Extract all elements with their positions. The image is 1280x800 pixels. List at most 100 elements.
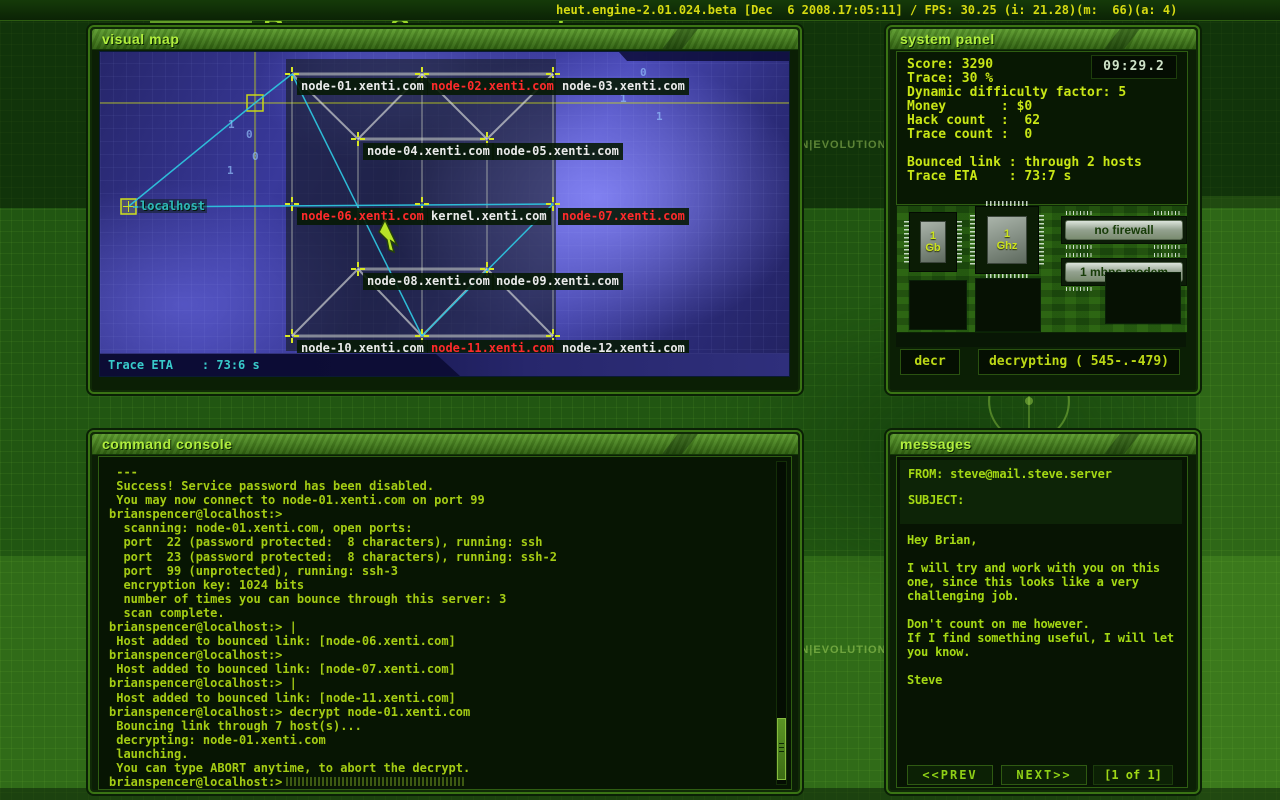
console-line: brianspencer@localhost:> | (109, 620, 771, 634)
memory-size: 1 (930, 230, 936, 242)
message-body-line: If I find something useful, I will let (907, 631, 1174, 645)
console-line: You may now connect to node-01.xenti.com… (109, 493, 771, 507)
message-body-line: I will try and work with you on this (907, 561, 1174, 575)
message-head-section: FROM: steve@mail.steve.server SUBJECT: (900, 460, 1182, 524)
console-line: You can type ABORT anytime, to abort the… (109, 761, 771, 775)
empty-socket (909, 280, 967, 330)
system-panel-header: system panel (890, 29, 1196, 50)
message-body-line (907, 603, 1174, 617)
message-body-line: Steve (907, 673, 1174, 687)
console-line: brianspencer@localhost:> decrypt node-01… (109, 705, 771, 719)
message-subject: SUBJECT: (908, 493, 964, 507)
header-seam (1104, 434, 1140, 454)
console-scrollbar-track[interactable] (776, 461, 787, 785)
map-footer-bar: Trace ETA : 73:6 s (100, 353, 789, 376)
console-line: Bouncing link through 7 host(s)... (109, 719, 771, 733)
message-body-line: challenging job. (907, 589, 1174, 603)
next-message-button[interactable]: NEXT>> (1001, 765, 1087, 785)
system-stat-line: Trace ETA : 73:7 s (907, 170, 1142, 184)
console-line: Host added to bounced link: [node-07.xen… (109, 662, 771, 676)
console-terminal[interactable]: --- Success! Service password has been d… (98, 456, 792, 790)
console-line: --- (109, 465, 771, 479)
message-body-line: you know. (907, 645, 1174, 659)
memory-chip-icon: 1 Gb (909, 212, 957, 272)
console-line: brianspencer@localhost:> (109, 775, 771, 789)
console-line: port 99 (unprotected), running: ssh-3 (109, 564, 771, 578)
messages-panel: messages FROM: steve@mail.steve.server S… (886, 430, 1200, 794)
chip-pins (986, 201, 1028, 206)
map-trace-eta: Trace ETA : 73:6 s (108, 358, 260, 372)
console-line: brianspencer@localhost:> (109, 507, 771, 521)
chip-pins (957, 221, 962, 263)
system-stat-line (907, 142, 1142, 156)
background-right-band (1196, 196, 1280, 800)
game-screen: Brian Spencer's TION|EVOLUTION TION|EVOL… (0, 0, 1280, 800)
network-map[interactable]: 1001011 node-01.xenti.comnode-02.xenti.c… (99, 51, 790, 377)
system-stat-line: Bounced link : through 2 hosts (907, 156, 1142, 170)
cpu-unit: Ghz (997, 240, 1018, 252)
console-line: Success! Service password has been disab… (109, 479, 771, 493)
clock-value: 09:29.2 (1092, 56, 1176, 78)
message-page-indicator: [1 of 1] (1093, 765, 1173, 785)
header-seam (662, 29, 698, 49)
hardware-area: 1 Gb 1 Ghz no firewall 1 mbps modem (896, 205, 1188, 333)
top-status-bar: heut.engine-2.01.024.beta [Dec 6 2008.17… (0, 0, 1280, 21)
messages-header: messages (890, 434, 1196, 455)
visual-map-header: visual map (92, 29, 798, 50)
system-stat-line: Hack count : 62 (907, 114, 1142, 128)
cpu-chip-label: 1 Ghz (987, 216, 1027, 264)
console-header: command console (92, 434, 798, 455)
system-panel-title: system panel (900, 31, 995, 47)
mouse-cursor-icon (379, 220, 397, 252)
clock-box: 09:29.2 (1091, 55, 1177, 79)
console-line: scanning: node-01.xenti.com, open ports: (109, 521, 771, 535)
prev-message-button[interactable]: <<PREV (907, 765, 993, 785)
console-output: --- Success! Service password has been d… (109, 465, 771, 789)
cpu-chip-icon: 1 Ghz (975, 206, 1039, 274)
message-body-line: Hey Brian, (907, 533, 1174, 547)
mouse-cursor-layer (100, 52, 789, 376)
firewall-label: no firewall (1065, 220, 1183, 240)
console-line: port 22 (password protected: 8 character… (109, 535, 771, 549)
system-stat-line: Money : $0 (907, 100, 1142, 114)
task-name-box: decr (900, 349, 960, 375)
firewall-badge: no firewall (1061, 216, 1187, 244)
task-row: decr decrypting ( 545-.-479) (896, 349, 1186, 375)
memory-chip-label: 1 Gb (920, 221, 946, 263)
message-body-line (907, 547, 1174, 561)
message-viewer: FROM: steve@mail.steve.server SUBJECT: H… (896, 456, 1188, 788)
console-line: Host added to bounced link: [node-06.xen… (109, 634, 771, 648)
chip-pins (1039, 215, 1044, 265)
console-line: scan complete. (109, 606, 771, 620)
message-body-line: Don't count on me however. (907, 617, 1174, 631)
message-body-line (907, 659, 1174, 673)
cpu-speed: 1 (1004, 228, 1010, 240)
console-title: command console (102, 436, 232, 452)
chip-pins (904, 221, 909, 263)
console-line: decrypting: node-01.xenti.com (109, 733, 771, 747)
console-line: brianspencer@localhost:> | (109, 676, 771, 690)
console-input-cursor[interactable] (286, 777, 466, 786)
message-body: Hey Brian, I will try and work with you … (907, 533, 1174, 687)
message-from: FROM: steve@mail.steve.server (908, 467, 1112, 481)
console-line: launching. (109, 747, 771, 761)
messages-title: messages (900, 436, 972, 452)
header-seam (662, 434, 698, 454)
visual-map-panel: visual map 1001011 node-01.xenti.comn (88, 25, 802, 394)
system-stats-box: Score: 3290Trace: 30 %Dynamic difficulty… (896, 51, 1188, 205)
memory-unit: Gb (925, 242, 940, 254)
command-console-panel: command console --- Success! Service pas… (88, 430, 802, 794)
console-line: encryption key: 1024 bits (109, 578, 771, 592)
system-stat-line: Dynamic difficulty factor: 5 (907, 86, 1142, 100)
empty-socket (1105, 272, 1181, 324)
console-scrollbar-thumb[interactable] (777, 718, 786, 780)
empty-socket (975, 278, 1041, 332)
engine-info: heut.engine-2.01.024.beta [Dec 6 2008.17… (556, 3, 1177, 17)
chip-pins (970, 215, 975, 265)
task-status-box: decrypting ( 545-.-479) (978, 349, 1180, 375)
system-stat-line: Trace count : 0 (907, 128, 1142, 142)
message-body-line: one, since this looks like a very (907, 575, 1174, 589)
hardware-bottom-strip (896, 333, 1186, 347)
console-line: brianspencer@localhost:> (109, 648, 771, 662)
system-panel: system panel Score: 3290Trace: 30 %Dynam… (886, 25, 1200, 394)
